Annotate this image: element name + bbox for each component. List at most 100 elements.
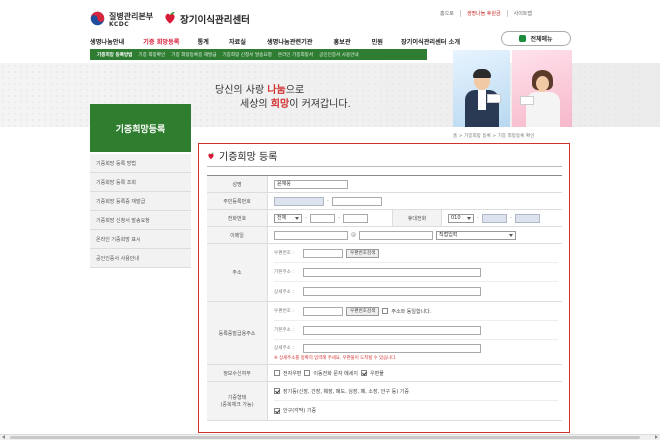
addr1-label: 기본주소 : <box>274 270 294 275</box>
donation-cornea-label: 안구(각막) 기증 <box>283 408 317 414</box>
home-link[interactable]: 홈으로 <box>434 10 461 17</box>
nav-item-resources[interactable]: 자료실 <box>229 37 246 46</box>
receive-label: 정보수신여부 <box>207 365 268 381</box>
name-row: 성명 윤재웅 <box>207 176 562 193</box>
subnav-item-certificate[interactable]: 공인인증서 사용안내 <box>319 52 359 58</box>
sidebar-item-how-to[interactable]: 기증희망 등록 방법 <box>90 154 191 173</box>
sidebar-item-lookup[interactable]: 기증희망 등록 조회 <box>90 173 191 192</box>
email-domain-field[interactable] <box>359 230 433 240</box>
subnav-item-mail-request[interactable]: 기증희망 신청서 발송요청 <box>222 52 271 58</box>
nav-item-pr[interactable]: 홍보관 <box>333 37 350 46</box>
address-row: 주소 우편번호 : 우편번호검색 기본주소 : 상세주소 : <box>207 244 562 302</box>
card-zip-search-button[interactable]: 우편번호검색 <box>346 306 380 316</box>
content-frame: 기증희망 등록 성명 윤재웅 주민등록번호 - 전화번호 전체 - - 휴대전화… <box>198 143 570 433</box>
donation-organ-checkbox[interactable] <box>274 388 280 394</box>
receive-email-checkbox[interactable] <box>274 370 280 376</box>
subnav-item-online[interactable]: 온라인 기증희망서 <box>278 52 313 58</box>
address-label: 주소 <box>207 244 268 301</box>
receive-sms-label: 이동전화 문자 메세지 <box>313 370 358 377</box>
name-label: 성명 <box>207 176 268 192</box>
nav-item-statistics[interactable]: 통계 <box>197 37 208 46</box>
zip-field[interactable] <box>303 248 343 258</box>
zip-search-button[interactable]: 우편번호검색 <box>346 248 380 258</box>
mobile-mid-field[interactable] <box>481 213 507 223</box>
donation-support-link[interactable]: 생명나눔 후원금 <box>461 10 508 17</box>
subnav-item-reissue[interactable]: 기증 희망등록증 재발급 <box>171 52 216 58</box>
kcdc-logo[interactable]: 질병관리본부 KCDC <box>90 8 162 30</box>
main-nav: 생명나눔안내 기증 희망등록 통계 자료실 생명나눔관련기관 홍보관 민원 장기… <box>90 34 460 48</box>
subnav-item-check[interactable]: 기증 희망확인 <box>138 52 165 58</box>
phone-area-select[interactable]: 전체 <box>274 213 302 223</box>
sidebar-item-reissue[interactable]: 기증희망 등록증 재발급 <box>90 192 191 211</box>
taegeuk-icon <box>90 11 105 26</box>
email-domain-select[interactable]: 직접입력 <box>436 230 516 240</box>
mobile-dash-2: - <box>509 215 512 221</box>
sidebar-item-online[interactable]: 온라인 기증희망 표시 <box>90 230 191 249</box>
receive-row: 정보수신여부 전자우편 이동전화 문자 메세지 우편물 <box>207 365 562 382</box>
banner-line-2: 세상의 희망이 커져갑니다. <box>240 99 351 110</box>
donation-type-label: 기증형태 (중복체크 가능) <box>207 382 268 420</box>
mobile-prefix-select[interactable]: 010 <box>448 213 474 223</box>
name-field[interactable]: 윤재웅 <box>274 179 348 189</box>
receive-sms-checkbox[interactable] <box>304 370 311 376</box>
card-addr1-label: 기본주소 : <box>274 328 294 333</box>
mobile-last-field[interactable] <box>514 213 540 223</box>
card-addr1-field[interactable] <box>303 325 481 335</box>
nav-item-civil[interactable]: 민원 <box>372 37 383 46</box>
banner-photo-woman <box>512 50 572 127</box>
zip-label: 우편번호 : <box>274 251 294 256</box>
addr2-label: 상세주소 : <box>274 289 294 295</box>
donation-type-row: 기증형태 (중복체크 가능) 장기등(신장, 간장, 췌장, 폐도, 심장, 폐… <box>207 382 562 421</box>
nav-item-life-sharing[interactable]: 생명나눔안내 <box>90 37 124 46</box>
card-address-row: 등록증발급용주소 우편번호 : 우편번호검색 주소와 동일합니다. 기본주소 : <box>207 302 562 365</box>
email-row: 이메일 @ 직접입력 <box>207 227 562 244</box>
rrn-dash: - <box>327 198 329 204</box>
addr1-field[interactable] <box>303 267 481 277</box>
nav-item-donation-registration[interactable]: 기증 희망등록 <box>143 37 179 46</box>
all-menu-button[interactable]: 전체메뉴 <box>501 31 571 46</box>
subnav-item-how-to[interactable]: 기증희망 등록방법 <box>97 52 132 58</box>
center-logo[interactable]: 장기이식관리센터 <box>163 9 263 29</box>
banner-photo-man <box>453 50 510 127</box>
address-notice: ※ 상세주소를 정확히 입력해 주세요. 우편물이 도착될 수 있습니다. <box>274 355 397 361</box>
card-zip-label: 우편번호 : <box>274 309 294 314</box>
mobile-label: 휴대전화 <box>392 210 442 226</box>
card-zip-field[interactable] <box>303 306 343 316</box>
menu-icon <box>519 35 527 42</box>
breadcrumb: 홈 > 기증희망 등록 > 기증 희망등록 확인 <box>453 134 535 139</box>
scrollbar-thumb[interactable] <box>10 436 640 439</box>
sidebar-item-mail-request[interactable]: 기증희망 신청서 발송요청 <box>90 211 191 230</box>
scroll-right-icon[interactable] <box>655 435 658 439</box>
same-address-label: 주소와 동일합니다. <box>391 308 432 315</box>
phone-last-field[interactable] <box>342 213 368 223</box>
receive-email-label: 전자우편 <box>283 370 302 377</box>
sub-nav: 기증희망 등록방법 기증 희망확인 기증 희망등록증 재발급 기증희망 신청서 … <box>90 49 427 60</box>
email-label: 이메일 <box>207 227 268 243</box>
nav-item-related-orgs[interactable]: 생명나눔관련기관 <box>267 37 313 46</box>
donation-type-label-line1: 기증형태 <box>227 395 247 401</box>
addr2-field[interactable] <box>303 287 481 296</box>
rrn-front-field[interactable] <box>274 196 324 206</box>
card-addr2-field[interactable] <box>303 343 481 353</box>
nav-item-about[interactable]: 장기이식관리센터 소개 <box>401 37 460 46</box>
rrn-label: 주민등록번호 <box>207 193 268 209</box>
email-id-field[interactable] <box>274 230 348 240</box>
sidebar: 기증희망 등록 방법 기증희망 등록 조회 기증희망 등록증 재발급 기증희망 … <box>90 154 191 268</box>
donation-cornea-checkbox[interactable] <box>274 407 280 414</box>
horizontal-scrollbar[interactable] <box>0 434 660 440</box>
receive-mail-label: 우편물 <box>370 370 384 377</box>
sidebar-item-certificate[interactable]: 공인인증서 사용안내 <box>90 249 191 268</box>
scroll-left-icon[interactable] <box>2 435 5 439</box>
sidebar-title: 기증희망등록 <box>90 104 191 152</box>
org-abbr: KCDC <box>109 21 130 28</box>
sitemap-link[interactable]: 사이트맵 <box>508 10 538 17</box>
donation-organ-label: 장기등(신장, 간장, 췌장, 폐도, 심장, 폐, 소장, 안구 등) 기증 <box>283 388 409 395</box>
phone-dash-1: - <box>305 215 307 221</box>
phone-mid-field[interactable] <box>309 213 335 223</box>
heart-leaf-icon <box>165 12 175 24</box>
same-address-checkbox[interactable] <box>382 308 389 314</box>
utility-links: 홈으로 생명나눔 후원금 사이트맵 <box>434 10 538 17</box>
all-menu-label: 전체메뉴 <box>530 36 553 43</box>
receive-mail-checkbox[interactable] <box>361 370 367 376</box>
rrn-back-field[interactable] <box>331 196 382 206</box>
